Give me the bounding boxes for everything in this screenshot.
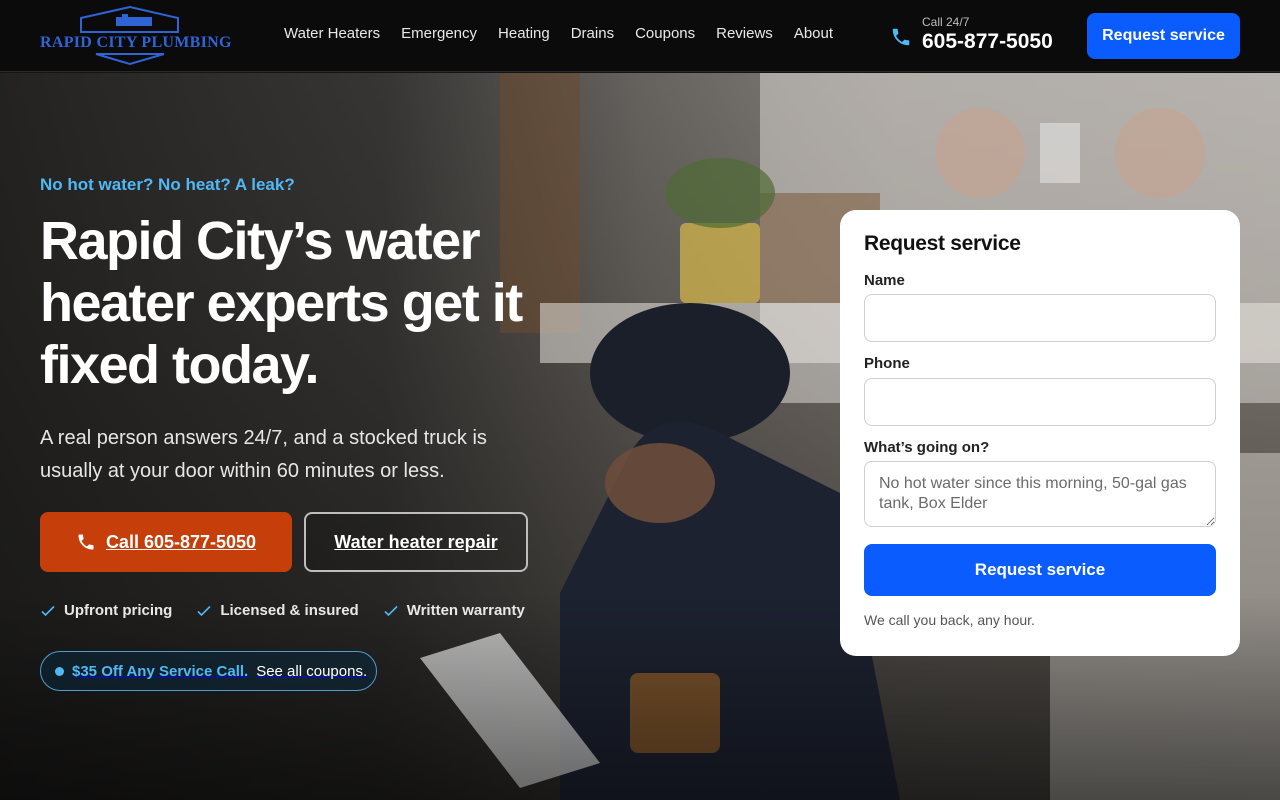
- water-heater-repair-button[interactable]: Water heater repair: [304, 512, 528, 572]
- header-phone-link[interactable]: Call 24/7 605-877-5050: [890, 14, 1080, 58]
- nav-drains[interactable]: Drains: [571, 25, 614, 42]
- nav-emergency[interactable]: Emergency: [401, 25, 477, 42]
- checkmark-icon: [384, 605, 398, 616]
- hero-headline: Rapid City’s water heater experts get it…: [40, 211, 523, 395]
- check-label: Upfront pricing: [64, 602, 173, 619]
- main-nav: Water Heaters Emergency Heating Drains C…: [284, 25, 833, 42]
- coupon-see-all: See all coupons.: [256, 662, 368, 680]
- check-written-warranty: Written warranty: [383, 602, 525, 619]
- form-title: Request service: [864, 232, 1021, 255]
- nav-about[interactable]: About: [794, 25, 833, 42]
- check-licensed-insured: Licensed & insured: [196, 602, 359, 619]
- logo-wordmark: RAPID CITY PLUMBING: [40, 34, 232, 51]
- company-logo[interactable]: RAPID CITY PLUMBING: [36, 6, 232, 66]
- checkmark-icon: [41, 605, 55, 616]
- header-phone-number: 605-877-5050: [922, 30, 1053, 53]
- header-request-service-button[interactable]: Request service: [1087, 13, 1240, 59]
- form-submit-button[interactable]: Request service: [864, 544, 1216, 596]
- call-24-7-label: Call 24/7: [922, 15, 970, 29]
- checkmark-icon: [197, 605, 211, 616]
- hero-kicker: No hot water? No heat? A leak?: [40, 175, 295, 194]
- check-upfront-pricing: Upfront pricing: [40, 602, 172, 619]
- check-label: Licensed & insured: [220, 602, 359, 619]
- call-now-label: Call 605-877-5050: [105, 531, 257, 552]
- phone-label: Phone: [864, 355, 910, 372]
- name-label: Name: [864, 272, 905, 289]
- hero-subhead: A real person answers 24/7, and a stocke…: [40, 427, 487, 482]
- issue-label: What’s going on?: [864, 439, 990, 456]
- trust-checklist: Upfront pricing Licensed & insured Writt…: [40, 602, 525, 619]
- site-header: RAPID CITY PLUMBING Water Heaters Emerge…: [0, 0, 1280, 72]
- name-input[interactable]: [864, 294, 1216, 342]
- nav-coupons[interactable]: Coupons: [635, 25, 695, 42]
- coupon-banner-link[interactable]: $35 Off Any Service Call. See all coupon…: [40, 651, 377, 691]
- coupon-dot-icon: [55, 666, 64, 676]
- phone-icon: [78, 534, 94, 550]
- phone-icon: [892, 28, 910, 46]
- form-callback-note: We call you back, any hour.: [864, 612, 1035, 628]
- phone-input[interactable]: [864, 378, 1216, 426]
- request-service-form: Request service Name Phone What’s going …: [840, 210, 1240, 656]
- nav-water-heaters[interactable]: Water Heaters: [284, 25, 380, 42]
- nav-heating[interactable]: Heating: [498, 25, 550, 42]
- call-now-button[interactable]: Call 605-877-5050: [40, 512, 292, 572]
- coupon-highlight: $35 Off Any Service Call.: [72, 662, 249, 680]
- issue-textarea[interactable]: [864, 461, 1216, 527]
- check-label: Written warranty: [406, 602, 525, 619]
- nav-reviews[interactable]: Reviews: [716, 25, 773, 42]
